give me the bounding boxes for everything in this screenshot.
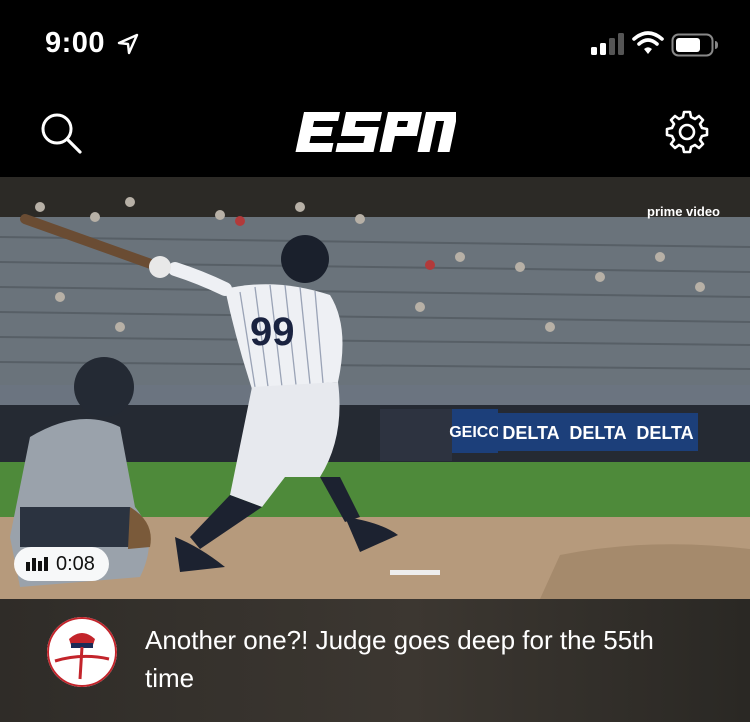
espn-logo — [295, 112, 456, 152]
app-header — [0, 92, 750, 176]
ad-delta-2: DELTA — [569, 423, 626, 443]
battery-icon — [671, 33, 718, 57]
status-time: 9:00 — [45, 27, 106, 59]
jersey-number: 99 — [250, 310, 295, 354]
wifi-icon — [632, 31, 664, 54]
prime-video-badge: prime video — [647, 204, 720, 219]
status-bar: 9:00 — [0, 0, 750, 92]
location-arrow-icon — [117, 33, 139, 55]
ad-delta-1: DELTA — [502, 423, 559, 443]
audio-bars-icon — [26, 557, 48, 571]
video-duration-badge: 0:08 — [14, 547, 109, 581]
video-thumbnail: GEICO DELTA DELTA DELTA 99 — [0, 177, 750, 599]
search-icon[interactable] — [38, 110, 84, 156]
video-player[interactable]: GEICO DELTA DELTA DELTA 99 prime video 0… — [0, 177, 750, 599]
yankees-logo-icon — [47, 617, 117, 687]
video-duration: 0:08 — [56, 552, 95, 575]
story-caption[interactable]: Another one?! Judge goes deep for the 55… — [0, 599, 750, 722]
cellular-signal-icon — [591, 33, 624, 55]
ad-geico: GEICO — [449, 424, 501, 441]
ad-delta-3: DELTA — [636, 423, 693, 443]
story-headline: Another one?! Judge goes deep for the 55… — [145, 625, 654, 693]
gear-icon[interactable] — [664, 109, 710, 155]
